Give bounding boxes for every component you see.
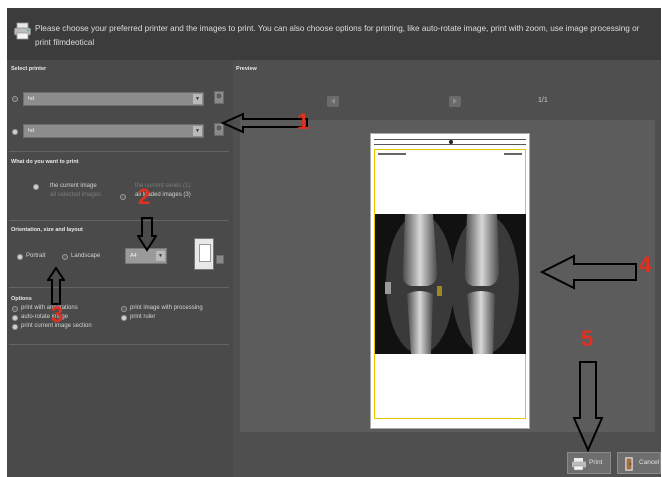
- printer-icon: [572, 458, 586, 471]
- current-image-label: the current image: [50, 183, 97, 189]
- header-bar: Please choose your preferred printer and…: [7, 8, 661, 60]
- page-text-line: [504, 153, 522, 155]
- page-icon: [199, 244, 211, 262]
- instructions-text: Please choose your preferred printer and…: [35, 24, 640, 47]
- layout-settings-button[interactable]: [216, 255, 224, 264]
- printer-settings-button-1[interactable]: ⚙: [214, 91, 224, 104]
- ruler-checkbox[interactable]: [121, 315, 127, 321]
- paper-size-value: A4: [130, 253, 137, 259]
- printer-select-1[interactable]: hd ▼: [23, 92, 204, 106]
- page-count: 1/1: [538, 97, 548, 104]
- knee-xray: [375, 214, 526, 354]
- printer-radio-1[interactable]: [12, 96, 18, 102]
- xray-image: [375, 214, 526, 354]
- layout-section-title: Orientation, size and layout: [11, 227, 83, 233]
- annotation-arrow-4: [540, 254, 637, 290]
- chevron-down-icon: ▼: [156, 251, 165, 261]
- portrait-label: Portrait: [26, 253, 46, 259]
- page-text-line: [378, 153, 406, 155]
- divider: [9, 287, 229, 288]
- annotation-number-2: 2: [138, 184, 151, 209]
- page-header-bar: [374, 139, 526, 145]
- portrait-radio[interactable]: [17, 254, 23, 260]
- page-layout-icon: [194, 238, 214, 270]
- current-image-radio[interactable]: [33, 184, 39, 190]
- divider: [9, 151, 229, 152]
- annotation-number-3: 3: [51, 302, 64, 327]
- cancel-button-label: Cancel: [639, 459, 660, 466]
- prev-page-icon[interactable]: [326, 94, 340, 108]
- chevron-down-icon: ▼: [193, 94, 202, 104]
- print-button-label: Print: [589, 459, 603, 466]
- printer-icon: [14, 22, 31, 40]
- preview-page: [370, 133, 530, 429]
- print-what-section-title: What do you want to print: [11, 159, 79, 165]
- landscape-label: Landscape: [71, 253, 101, 259]
- print-button[interactable]: Print: [567, 452, 611, 474]
- current-section-checkbox[interactable]: [12, 324, 18, 330]
- printer-section-title: Select printer: [11, 66, 47, 72]
- divider: [9, 344, 229, 345]
- ruler-label: print ruler: [130, 314, 156, 320]
- cancel-button[interactable]: Cancel: [617, 452, 661, 474]
- processing-label: print image with processing: [130, 305, 203, 311]
- chevron-down-icon: ▼: [193, 126, 202, 136]
- annotation-arrow-5: [572, 361, 604, 452]
- printer-select-1-value: hd: [28, 96, 35, 102]
- next-page-icon[interactable]: [448, 94, 462, 108]
- options-section-title: Options: [11, 296, 32, 302]
- annotation-arrow-2: [137, 217, 157, 252]
- all-loaded-images-radio[interactable]: [120, 194, 126, 200]
- printer-radio-2[interactable]: [12, 129, 18, 135]
- annotation-arrow-3: [47, 266, 65, 305]
- processing-checkbox[interactable]: [121, 306, 127, 312]
- print-dialog: Please choose your preferred printer and…: [7, 8, 661, 477]
- annotations-checkbox[interactable]: [12, 306, 18, 312]
- page-header-dot: [449, 140, 453, 144]
- exit-door-icon: [624, 456, 634, 472]
- preview-title: Preview: [236, 66, 257, 72]
- printer-select-2-value: hd: [28, 128, 35, 134]
- annotation-number-4: 4: [639, 252, 652, 277]
- annotation-number-1: 1: [297, 109, 310, 134]
- divider: [9, 220, 229, 221]
- annotation-number-5: 5: [581, 326, 594, 351]
- all-selected-images-label: all selected images: [50, 192, 102, 198]
- printer-select-2[interactable]: hd ▼: [23, 124, 204, 138]
- landscape-radio[interactable]: [62, 254, 68, 260]
- auto-rotate-checkbox[interactable]: [12, 315, 18, 321]
